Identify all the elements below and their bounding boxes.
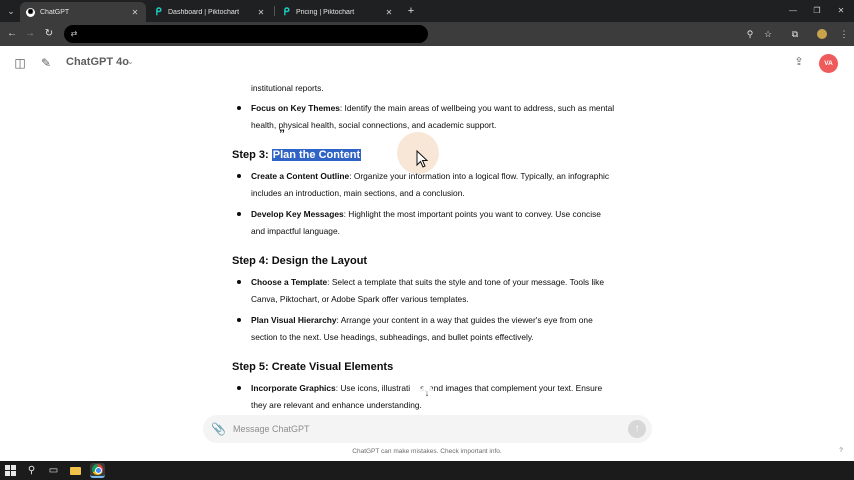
step-4-heading: Step 4: Design the Layout	[232, 255, 368, 267]
list-item-text: Choose a Template: Select a template tha…	[251, 274, 651, 307]
model-selector[interactable]: ChatGPT 4o	[66, 56, 129, 68]
chevron-down-icon[interactable]: ⌄	[127, 57, 134, 66]
bullet-body: s, and images that complement your text.…	[420, 383, 603, 393]
paperclip-icon[interactable]: 📎	[211, 421, 226, 437]
close-icon[interactable]: ✕	[130, 8, 140, 17]
assistant-message: institutional reports. Focus on Key Them…	[232, 80, 652, 410]
chrome-icon	[92, 464, 103, 475]
bullet-dot	[237, 280, 241, 284]
tab-separator	[274, 6, 275, 16]
tab-title: Pricing | Piktochart	[296, 8, 355, 16]
file-explorer-icon[interactable]	[68, 463, 83, 478]
list-item: Develop Key Messages: Highlight the most…	[232, 206, 652, 239]
disclaimer-text: ChatGPT can make mistakes. Check importa…	[352, 448, 502, 455]
bullet-body: Canva, Piktochart, or Adobe Spark offer …	[251, 293, 469, 304]
os-taskbar: ⚲ ▭	[0, 461, 854, 480]
bullet-body: : Use icons, illustrati	[335, 383, 411, 393]
bullet-dot	[237, 212, 241, 216]
message-input[interactable]	[233, 420, 613, 438]
list-item-text: Incorporate Graphics: Use icons, illustr…	[251, 380, 651, 410]
bullet-title: Develop Key Messages	[251, 209, 344, 219]
step-5-heading: Step 5: Create Visual Elements	[232, 361, 394, 373]
new-chat-icon[interactable]: ✎	[38, 55, 54, 71]
bookmark-star-icon[interactable]: ☆	[760, 26, 776, 42]
piktochart-icon: ᑭ	[155, 6, 162, 18]
bullet-body: : Select a template that suits the style…	[327, 277, 605, 287]
address-bar[interactable]	[64, 25, 428, 43]
reload-button[interactable]: ↻	[41, 26, 57, 42]
send-button[interactable]: ↑	[628, 420, 646, 438]
avatar[interactable]: VA	[819, 54, 838, 73]
bullet-dot	[237, 174, 241, 178]
browser-tab-strip: ⌄ ✺ ChatGPT ✕ ᑭ Dashboard | Piktochart ✕…	[0, 0, 854, 22]
list-item: Focus on Key Themes: Identify the main a…	[232, 100, 652, 133]
tab-dashboard-piktochart[interactable]: ᑭ Dashboard | Piktochart ✕	[148, 2, 272, 22]
restore-button[interactable]: ❐	[810, 3, 824, 19]
bullet-dot	[237, 386, 241, 390]
piktochart-icon: ᑭ	[283, 6, 290, 18]
folder-icon	[70, 466, 81, 475]
close-icon[interactable]: ✕	[384, 8, 394, 17]
step-prefix: Step 3:	[232, 149, 272, 161]
bullet-body: health, physical health, social connecti…	[251, 119, 497, 130]
window-close-button[interactable]: ✕	[834, 3, 848, 19]
help-button[interactable]: ?	[836, 446, 846, 456]
tab-title: ChatGPT	[40, 8, 70, 16]
bullet-body: : Identify the main areas of wellbeing y…	[339, 103, 615, 113]
task-view-icon[interactable]: ▭	[46, 463, 61, 478]
minimize-button[interactable]: —	[786, 3, 800, 19]
bullet-title: Choose a Template	[251, 277, 328, 287]
browser-toolbar: ← → ↻ ⇄ ⚲ ☆ ⧉ ⋮	[0, 22, 854, 46]
list-item-text: Focus on Key Themes: Identify the main a…	[251, 100, 651, 133]
list-item-text: Develop Key Messages: Highlight the most…	[251, 206, 651, 239]
sidebar-toggle-icon[interactable]: ◫	[12, 55, 28, 71]
search-icon[interactable]: ⚲	[24, 463, 39, 478]
forward-button[interactable]: →	[22, 26, 38, 42]
bullet-body: : Highlight the most important points yo…	[343, 209, 601, 219]
bullet-body: they are relevant and enhance understand…	[251, 399, 422, 410]
back-button[interactable]: ←	[4, 26, 20, 42]
start-button[interactable]	[3, 463, 18, 478]
bullet-body: : Organize your information into a logic…	[349, 171, 610, 181]
tab-chatgpt[interactable]: ✺ ChatGPT ✕	[20, 2, 146, 22]
bullet-title: Create a Content Outline	[251, 171, 350, 181]
bullet-body: : Arrange your content in a way that gui…	[336, 315, 593, 325]
bullet-title: Incorporate Graphics	[251, 383, 336, 393]
quote-reply-icon[interactable]: ”	[279, 127, 285, 141]
chat-header: ◫ ✎ ChatGPT 4o ⌄ ⇪ VA	[0, 46, 854, 80]
bullet-body: section to the next. Use headings, subhe…	[251, 331, 534, 342]
list-item-text: Plan Visual Hierarchy: Arrange your cont…	[251, 312, 651, 345]
browser-menu-icon[interactable]: ⋮	[836, 26, 852, 42]
list-item-text: Create a Content Outline: Organize your …	[251, 168, 651, 201]
selected-text[interactable]: Plan the Content	[271, 149, 362, 161]
windows-logo-icon	[5, 465, 16, 476]
tab-pricing-piktochart[interactable]: ᑭ Pricing | Piktochart ✕	[276, 2, 400, 22]
extensions-icon[interactable]: ⧉	[787, 26, 803, 42]
chatgpt-icon: ✺	[26, 7, 35, 17]
new-tab-button[interactable]: +	[404, 3, 418, 19]
tab-search-button[interactable]: ⌄	[4, 4, 18, 18]
tab-title: Dashboard | Piktochart	[168, 8, 240, 16]
bullet-body: includes an introduction, main sections,…	[251, 187, 465, 198]
list-item: Choose a Template: Select a template tha…	[232, 274, 652, 307]
browser-profile-avatar[interactable]	[815, 27, 829, 41]
list-item: Incorporate Graphics: Use icons, illustr…	[232, 380, 652, 410]
zoom-icon[interactable]: ⚲	[742, 26, 758, 42]
bullet-body: and impactful language.	[251, 225, 340, 236]
mouse-pointer-icon	[416, 150, 428, 168]
bullet-title: Plan Visual Hierarchy	[251, 315, 337, 325]
bullet-dot	[237, 106, 241, 110]
bullet-title: Focus on Key Themes	[251, 103, 340, 113]
scroll-down-button[interactable]: ↓	[420, 386, 434, 400]
step-3-heading: Step 3: Plan the Content	[232, 148, 362, 162]
site-info-icon[interactable]: ⇄	[68, 27, 80, 41]
share-icon[interactable]: ⇪	[792, 55, 806, 71]
chrome-taskbar-icon[interactable]	[90, 463, 105, 478]
list-item: Plan Visual Hierarchy: Arrange your cont…	[232, 312, 652, 345]
list-item: Create a Content Outline: Organize your …	[232, 168, 652, 201]
bullet-dot	[237, 318, 241, 322]
close-icon[interactable]: ✕	[256, 8, 266, 17]
message-composer: 📎 ↑	[203, 415, 652, 443]
message-text: institutional reports.	[251, 83, 324, 93]
